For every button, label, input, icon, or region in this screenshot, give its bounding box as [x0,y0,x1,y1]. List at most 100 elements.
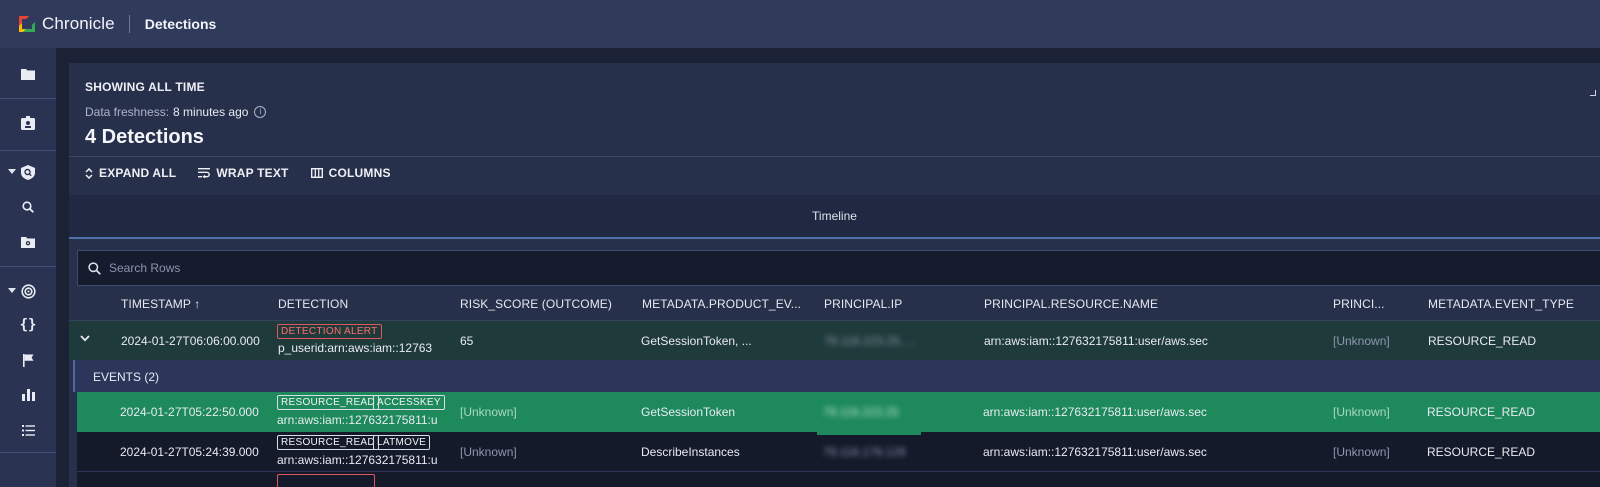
detection-row[interactable] [77,471,1600,487]
flag-icon [22,353,33,367]
sidebar-item-lists[interactable] [0,415,56,445]
sidebar-separator [0,266,56,267]
info-icon[interactable]: i [254,106,267,118]
event-row[interactable]: 2024-01-27T05:24:39.000 RESOURCE_READ LA… [77,432,1600,471]
expand-icon [85,167,93,179]
detection-event-type: RESOURCE_READ [1428,334,1537,348]
sidebar-item-cases[interactable] [0,59,56,89]
chevron-icon[interactable] [1590,90,1596,96]
event-principal: [Unknown] [1333,405,1390,419]
event-tag: ACCESSKEY [373,395,445,410]
event-product-event: GetSessionToken [641,405,736,419]
page-title: Detections [144,16,217,32]
sidebar-separator [0,150,56,151]
event-type: RESOURCE_READ [1427,445,1536,459]
columns-label: COLUMNS [328,166,391,180]
event-risk-score: [Unknown] [460,405,517,419]
event-principal: [Unknown] [1333,445,1390,459]
detection-principal-ip: 79.116.223.25, ... [824,334,917,348]
sidebar-item-dashboards[interactable] [0,380,56,410]
detections-count: 4 Detections [85,126,204,148]
column-header-event-type[interactable]: METADATA.EVENT_TYPE [1428,297,1574,311]
timeline-chart[interactable]: Timeline [69,195,1600,237]
event-product-event: DescribeInstances [641,445,740,459]
event-type: RESOURCE_READ [1427,405,1536,419]
wrap-text-label: WRAP TEXT [216,166,289,180]
bar-chart-icon [21,389,35,401]
detection-timestamp: 2024-01-27T06:06:00.000 [121,334,260,348]
sidebar: {} [0,48,56,487]
event-detection: arn:aws:iam::127632175811:u [277,413,438,427]
column-header-detection[interactable]: DETECTION [278,297,348,311]
column-header-resource-name[interactable]: PRINCIPAL.RESOURCE.NAME [984,297,1158,311]
table-header: TIMESTAMP ↑ DETECTION RISK_SCORE (OUTCOM… [69,287,1600,320]
expand-all-button[interactable]: EXPAND ALL [85,166,176,180]
folder-icon [21,69,35,80]
list-icon [21,424,35,436]
wrap-text-icon [198,168,211,178]
folder-eye-icon [21,237,35,248]
events-count-label: EVENTS (2) [93,370,160,384]
chevron-down-icon [8,169,16,174]
detections-panel: SHOWING ALL TIME Data freshness: 8 minut… [69,63,1600,487]
detection-risk-score: 65 [460,334,474,348]
sidebar-item-rules[interactable] [0,276,56,306]
table-toolbar: EXPAND ALL WRAP TEXT COLUMNS [85,164,413,182]
ip-cell-highlight [817,432,921,435]
curly-braces-icon: {} [19,317,37,333]
columns-button[interactable]: COLUMNS [310,166,391,180]
sidebar-item-alerts[interactable] [0,345,56,375]
column-header-principal[interactable]: PRINCI... [1333,297,1385,311]
chevron-down-icon[interactable] [80,335,90,342]
detection-alert-badge: DETECTION ALERT [277,324,382,339]
column-header-timestamp[interactable]: TIMESTAMP ↑ [121,297,200,311]
shield-detection-icon [21,164,35,180]
sidebar-item-parsers[interactable]: {} [0,310,56,340]
event-tag: RESOURCE_READ [277,395,379,410]
timeline-axis [69,237,1600,239]
detection-alert-badge [277,474,375,487]
sidebar-item-search[interactable] [0,192,56,222]
title-divider [128,15,130,33]
wrap-text-button[interactable]: WRAP TEXT [198,166,288,180]
top-bar: Chronicle Detections [0,0,1600,48]
columns-icon [310,168,323,178]
column-header-product-event[interactable]: METADATA.PRODUCT_EV... [642,297,801,311]
event-resource-name: arn:aws:iam::127632175811:user/aws.sec [983,405,1207,419]
event-detection: arn:aws:iam::127632175811:u [277,453,438,467]
event-resource-name: arn:aws:iam::127632175811:user/aws.sec [983,445,1207,459]
events-header-bar: EVENTS (2) [73,360,1600,392]
event-timestamp: 2024-01-27T05:22:50.000 [120,405,259,419]
time-range-label: SHOWING ALL TIME [85,80,205,94]
search-rows-field[interactable] [77,250,1600,286]
detection-row[interactable]: 2024-01-27T06:06:00.000 DETECTION ALERT … [69,320,1600,360]
sidebar-item-detections[interactable] [0,157,56,187]
expand-all-label: EXPAND ALL [99,166,177,180]
event-principal-ip: 79.116.179.129 [823,445,906,459]
column-header-principal-ip[interactable]: PRINCIPAL.IP [824,297,902,311]
sidebar-separator [0,98,56,99]
chronicle-logo[interactable]: Chronicle [17,14,115,34]
event-tag: LATMOVE [373,435,431,450]
sidebar-item-entities[interactable] [0,108,56,138]
event-timestamp: 2024-01-27T05:24:39.000 [120,445,259,459]
sidebar-separator [0,452,56,453]
search-rows-input[interactable] [109,261,709,275]
timeline-label: Timeline [812,209,857,223]
sidebar-item-investigation[interactable] [0,227,56,257]
chronicle-logo-icon [17,14,37,34]
event-tag: RESOURCE_READ [277,435,379,450]
toolbar-divider [69,156,1600,157]
search-icon [22,201,34,213]
target-icon [20,283,36,299]
id-badge-icon [21,116,35,130]
detection-name[interactable]: p_userid:arn:aws:iam::12763 [278,341,439,355]
detection-resource-name: arn:aws:iam::127632175811:user/aws.sec [984,334,1208,348]
event-row[interactable]: 2024-01-27T05:22:50.000 RESOURCE_READ AC… [77,392,1600,432]
chevron-down-icon [8,288,16,293]
event-risk-score: [Unknown] [460,445,517,459]
column-header-risk-score[interactable]: RISK_SCORE (OUTCOME) [460,297,612,311]
events-section-header: EVENTS (2) [69,360,1600,392]
event-principal-ip: 79.116.223.25 [823,405,899,419]
data-freshness: Data freshness: 8 minutes ago i [85,105,267,119]
